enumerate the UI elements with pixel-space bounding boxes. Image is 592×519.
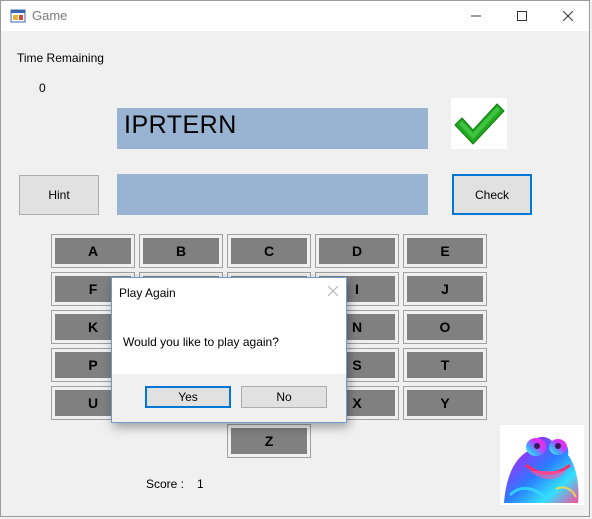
letter-key-a[interactable]: A <box>51 234 135 268</box>
dialog-close-button[interactable] <box>327 283 339 301</box>
frog-graphic <box>504 436 579 503</box>
letter-key-label: O <box>407 314 483 340</box>
no-button[interactable]: No <box>241 386 327 408</box>
checkmark-graphic <box>454 103 505 145</box>
minimize-icon <box>471 15 481 17</box>
close-button[interactable] <box>545 1 591 31</box>
letter-key-b[interactable]: B <box>139 234 223 268</box>
dialog-message: Would you like to play again? <box>123 335 279 349</box>
close-icon <box>327 285 339 297</box>
letter-key-label: A <box>55 238 131 264</box>
play-again-dialog: Play Again Would you like to play again?… <box>111 277 347 423</box>
letter-key-label: Y <box>407 390 483 416</box>
minimize-button[interactable] <box>453 1 499 31</box>
game-window: Game Time Remaining 0 IPRTERN Hint Check… <box>0 0 590 517</box>
letter-key-z[interactable]: Z <box>227 424 311 458</box>
letter-key-j[interactable]: J <box>403 272 487 306</box>
letter-key-e[interactable]: E <box>403 234 487 268</box>
letter-key-label: J <box>407 276 483 302</box>
rainbow-frog-image <box>500 425 584 505</box>
app-window-icon <box>10 9 26 23</box>
hint-button[interactable]: Hint <box>19 175 99 215</box>
answer-input[interactable] <box>117 174 428 215</box>
letter-key-label: E <box>407 238 483 264</box>
scrambled-word: IPRTERN <box>124 111 237 139</box>
time-remaining-value: 0 <box>39 81 46 95</box>
dialog-button-bar: Yes No <box>112 374 346 422</box>
letter-key-y[interactable]: Y <box>403 386 487 420</box>
letter-key-label: D <box>319 238 395 264</box>
letter-key-d[interactable]: D <box>315 234 399 268</box>
letter-key-label: B <box>143 238 219 264</box>
dialog-title: Play Again <box>119 286 176 300</box>
scrambled-word-display: IPRTERN <box>117 108 428 149</box>
letter-key-c[interactable]: C <box>227 234 311 268</box>
score-value: 1 <box>197 477 204 491</box>
maximize-icon <box>517 11 527 21</box>
letter-key-label: C <box>231 238 307 264</box>
window-title: Game <box>32 8 68 23</box>
title-bar[interactable]: Game <box>1 1 589 31</box>
check-button[interactable]: Check <box>452 174 532 215</box>
letter-key-o[interactable]: O <box>403 310 487 344</box>
maximize-button[interactable] <box>499 1 545 31</box>
close-icon <box>563 11 573 21</box>
letter-key-t[interactable]: T <box>403 348 487 382</box>
score-label: Score : <box>146 477 185 491</box>
letter-key-label: Z <box>231 428 307 454</box>
time-remaining-label: Time Remaining <box>17 51 104 65</box>
green-checkmark-icon <box>451 98 507 149</box>
yes-button[interactable]: Yes <box>145 386 231 408</box>
letter-key-label: T <box>407 352 483 378</box>
